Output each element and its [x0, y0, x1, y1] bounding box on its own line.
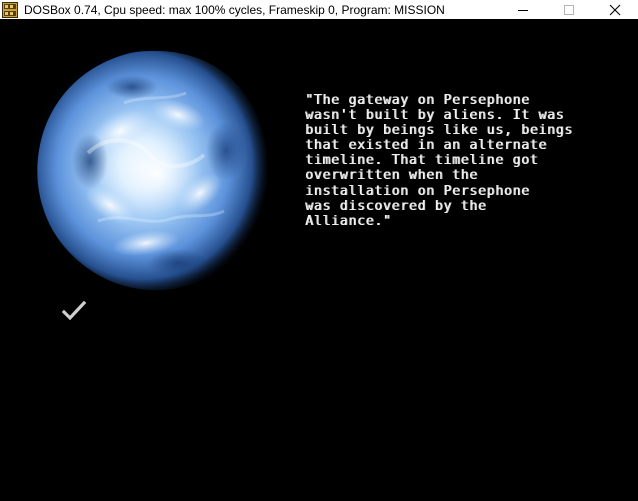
title-bar[interactable]: DOSBox 0.74, Cpu speed: max 100% cycles,… [0, 0, 638, 19]
minimize-icon [518, 9, 528, 11]
close-icon [609, 4, 621, 15]
window-controls [500, 0, 638, 19]
maximize-button[interactable] [546, 0, 592, 19]
blue-nebula-planet [28, 44, 270, 292]
game-screen[interactable]: "The gateway on Persephone wasn't built … [0, 19, 638, 501]
dosbox-icon[interactable] [2, 1, 18, 18]
maximize-icon [564, 4, 574, 15]
minimize-button[interactable] [500, 0, 546, 19]
window-title: DOSBox 0.74, Cpu speed: max 100% cycles,… [24, 2, 445, 17]
checkmark-icon[interactable] [62, 301, 86, 321]
mission-dialog-text: "The gateway on Persephone wasn't built … [305, 93, 573, 229]
dosbox-window: DOSBox 0.74, Cpu speed: max 100% cycles,… [0, 0, 638, 501]
close-button[interactable] [592, 0, 638, 19]
